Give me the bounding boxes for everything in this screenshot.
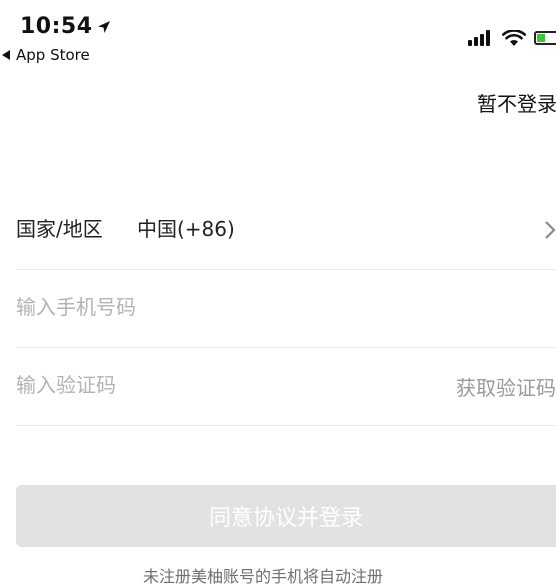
skip-login-button[interactable]: 暂不登录 [477, 88, 556, 117]
status-bar-time: 10:54 [20, 14, 111, 39]
phone-row [16, 270, 556, 348]
status-time-text: 10:54 [20, 14, 93, 39]
back-to-app-store[interactable]: App Store [0, 46, 90, 64]
verification-code-input[interactable] [16, 370, 316, 400]
location-arrow-icon [97, 20, 110, 33]
status-indicators [468, 30, 556, 46]
chevron-right-icon [545, 221, 556, 239]
wifi-icon [502, 30, 526, 46]
back-arrow-icon [2, 50, 10, 60]
verification-code-row: 获取验证码 [16, 348, 556, 426]
agree-and-login-button[interactable]: 同意协议并登录 [16, 485, 556, 547]
battery-charging-icon [534, 31, 556, 45]
back-app-label: App Store [16, 46, 90, 64]
auto-register-hint: 未注册美柚账号的手机将自动注册 [143, 567, 384, 586]
get-code-button[interactable]: 获取验证码 [456, 372, 556, 401]
phone-number-input[interactable] [16, 292, 396, 322]
country-region-row[interactable]: 国家/地区 中国(+86) [16, 193, 556, 270]
country-region-value: 中国(+86) [137, 217, 235, 241]
cellular-signal-icon [468, 30, 490, 46]
country-region-label: 国家/地区 [16, 217, 103, 241]
